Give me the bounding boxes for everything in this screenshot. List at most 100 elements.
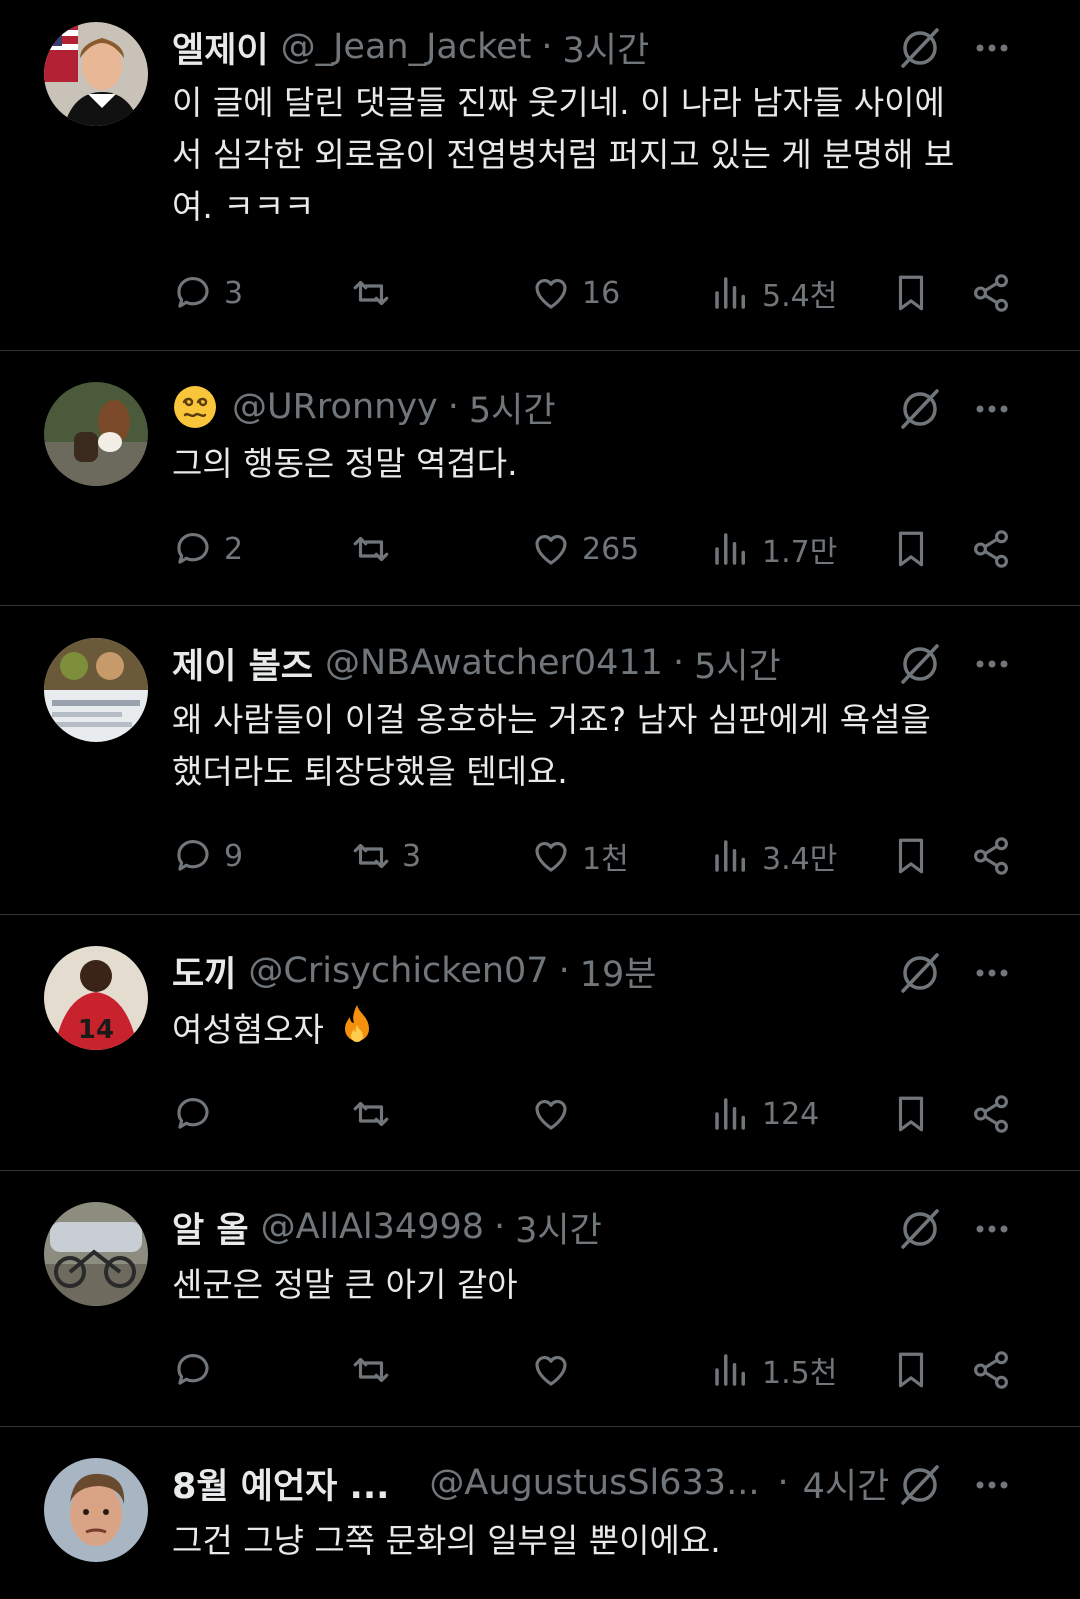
grok-icon[interactable] [898,1463,942,1507]
tweet-text-line: 센군은 정말 큰 아기 같아 [172,1265,518,1304]
share-button[interactable] [970,524,1012,574]
avatar[interactable] [44,22,148,126]
more-icon[interactable] [970,951,1014,995]
reply-count: 3 [224,275,244,311]
timestamp[interactable]: 3시간 [563,22,650,73]
user-handle[interactable]: @AllAl34998 [261,1207,484,1247]
tweet-text: 여성혐오자 [172,1003,1022,1056]
like-icon [535,1356,567,1386]
tweet-5[interactable]: 알 올 @AllAl34998 · 3시간 센군은 정말 큰 아기 같아 1.5… [0,1171,1080,1426]
timestamp[interactable]: 5시간 [694,638,781,689]
share-button[interactable] [970,1345,1012,1395]
bookmark-icon [898,531,924,567]
like-button[interactable] [530,1089,572,1139]
display-name[interactable]: 도끼 [172,946,236,997]
share-icon [974,1095,1008,1133]
more-icon[interactable] [970,26,1014,70]
grok-icon[interactable] [898,387,942,431]
tweet-header: 제이 볼즈 @NBAwatcher0411 · 5시간 [172,638,781,688]
reply-button[interactable]: 3 [172,268,243,318]
grok-icon[interactable] [898,951,942,995]
separator: · [447,387,459,427]
view-count: 1.5천 [762,1356,838,1391]
grok-icon[interactable] [898,26,942,70]
more-icon[interactable] [970,1463,1014,1507]
bookmark-button[interactable] [890,1345,932,1395]
reply-button[interactable]: 2 [172,524,243,574]
action-bar: 1.5천 [0,1345,1080,1395]
timestamp[interactable]: 4시간 [803,1458,890,1509]
repost-icon [353,536,389,562]
avatar[interactable]: 14 [44,946,148,1050]
views-icon [715,1098,745,1130]
display-name[interactable]: 알 올 [172,1202,249,1253]
tweet-header: 엘제이 @_Jean_Jacket · 3시간 [172,22,649,72]
views-button[interactable]: 124 [710,1089,819,1139]
share-button[interactable] [970,268,1012,318]
repost-button[interactable]: 3 [350,831,421,881]
share-button[interactable] [970,1089,1012,1139]
repost-icon [353,1101,389,1127]
reply-icon [177,277,209,308]
tweet-3[interactable]: 제이 볼즈 @NBAwatcher0411 · 5시간 왜 사람들이 이걸 옹호… [0,606,1080,914]
repost-icon [353,280,389,306]
grok-icon[interactable] [898,642,942,686]
repost-button[interactable] [350,1089,392,1139]
more-icon[interactable] [970,1207,1014,1251]
bookmark-button[interactable] [890,831,932,881]
like-button[interactable]: 1천 [530,831,629,881]
timestamp[interactable]: 5시간 [469,382,556,433]
like-button[interactable] [530,1345,572,1395]
tweet-2[interactable]: @URronnyy · 5시간 그의 행동은 정말 역겹다. 2 265 1.7… [0,351,1080,605]
display-name[interactable]: 8월 예언자 ... [172,1458,389,1509]
reply-button[interactable] [172,1089,214,1139]
reply-button[interactable] [172,1345,214,1395]
bookmark-button[interactable] [890,524,932,574]
user-handle[interactable]: @_Jean_Jacket [281,27,532,67]
dizzy-face-emoji [174,386,216,428]
tweet-1[interactable]: 엘제이 @_Jean_Jacket · 3시간 이 글에 달린 댓글들 진짜 웃… [0,0,1080,350]
views-button[interactable]: 3.4만 [710,831,837,881]
share-button[interactable] [970,831,1012,881]
more-icon[interactable] [970,642,1014,686]
user-handle[interactable]: @AugustusSl633... [429,1463,759,1503]
tweet-6[interactable]: 8월 예언자 ... @AugustusSl633... · 4시간 그건 그냥… [0,1427,1080,1599]
views-button[interactable]: 1.7만 [710,524,837,574]
separator: · [777,1463,789,1503]
views-button[interactable]: 1.5천 [710,1345,837,1395]
more-icon[interactable] [970,387,1014,431]
like-count: 16 [582,275,621,311]
views-button[interactable]: 5.4천 [710,268,837,318]
tweet-text: 그의 행동은 정말 역겹다. [172,438,1022,490]
tweet-text: 이 글에 달린 댓글들 진짜 웃기네. 이 나라 남자들 사이에 서 심각한 외… [172,77,1022,233]
grok-icon[interactable] [898,1207,942,1251]
avatar[interactable] [44,1458,148,1562]
tweet-4[interactable]: 14 도끼 @Crisychicken07 · 19분 여성혐오자 124 [0,915,1080,1170]
user-handle[interactable]: @Crisychicken07 [248,951,548,991]
views-icon [715,533,745,565]
reply-button[interactable]: 9 [172,831,243,881]
avatar[interactable] [44,638,148,742]
repost-button[interactable] [350,524,402,574]
like-button[interactable]: 16 [530,268,620,318]
display-name[interactable]: 엘제이 [172,22,269,73]
user-handle[interactable]: @URronnyy [232,387,438,427]
tweet-header: 알 올 @AllAl34998 · 3시간 [172,1202,602,1252]
bookmark-button[interactable] [890,268,932,318]
like-icon [535,279,567,309]
bookmark-icon [898,1352,924,1388]
repost-button[interactable] [350,1345,392,1395]
bookmark-button[interactable] [890,1089,932,1139]
repost-button[interactable] [350,268,402,318]
user-handle[interactable]: @NBAwatcher0411 [325,643,663,683]
avatar[interactable] [44,382,148,486]
timestamp[interactable]: 3시간 [515,1202,602,1253]
timestamp[interactable]: 19분 [580,946,657,997]
like-button[interactable]: 265 [530,524,639,574]
separator: · [558,951,570,991]
views-icon [715,840,745,872]
tweet-header: 도끼 @Crisychicken07 · 19분 [172,946,656,996]
display-name[interactable]: 제이 볼즈 [172,638,313,689]
tweet-text-line: 왜 사람들이 이걸 옹호하는 거죠? 남자 심판에게 욕설을 했더라도 퇴장당했… [172,700,931,791]
avatar[interactable] [44,1202,148,1306]
